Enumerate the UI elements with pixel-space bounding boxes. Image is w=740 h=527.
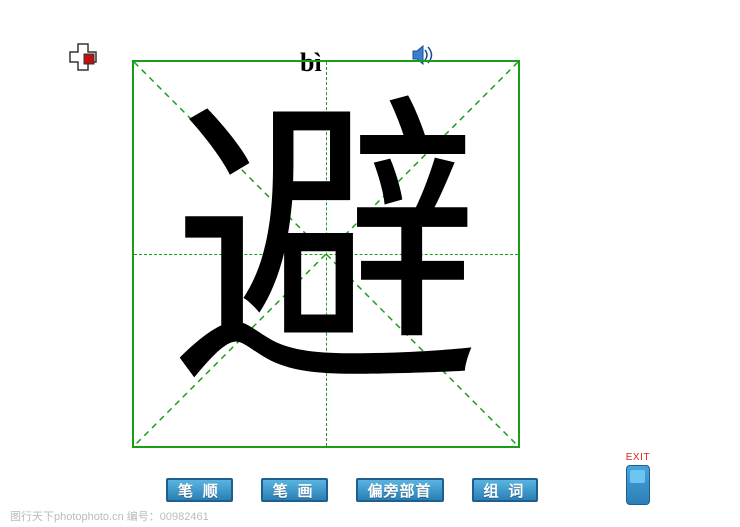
words-button[interactable]: 组 词 bbox=[472, 478, 539, 502]
stroke-order-button[interactable]: 笔 顺 bbox=[166, 478, 233, 502]
cursor-tool-icon[interactable] bbox=[68, 42, 98, 77]
header: bì bbox=[0, 20, 740, 60]
strokes-button[interactable]: 笔 画 bbox=[261, 478, 328, 502]
exit-label: EXIT bbox=[626, 452, 650, 463]
button-row: 笔 顺 笔 画 偏旁部首 组 词 bbox=[166, 478, 538, 502]
watermark-text: 图行天下photophoto.cn 编号：00982461 bbox=[10, 508, 209, 524]
chinese-character: 避 bbox=[134, 62, 518, 446]
radical-button[interactable]: 偏旁部首 bbox=[356, 478, 444, 502]
exit-device-icon[interactable] bbox=[626, 465, 650, 505]
character-grid: 避 bbox=[132, 60, 520, 448]
exit-area: EXIT bbox=[626, 452, 650, 505]
